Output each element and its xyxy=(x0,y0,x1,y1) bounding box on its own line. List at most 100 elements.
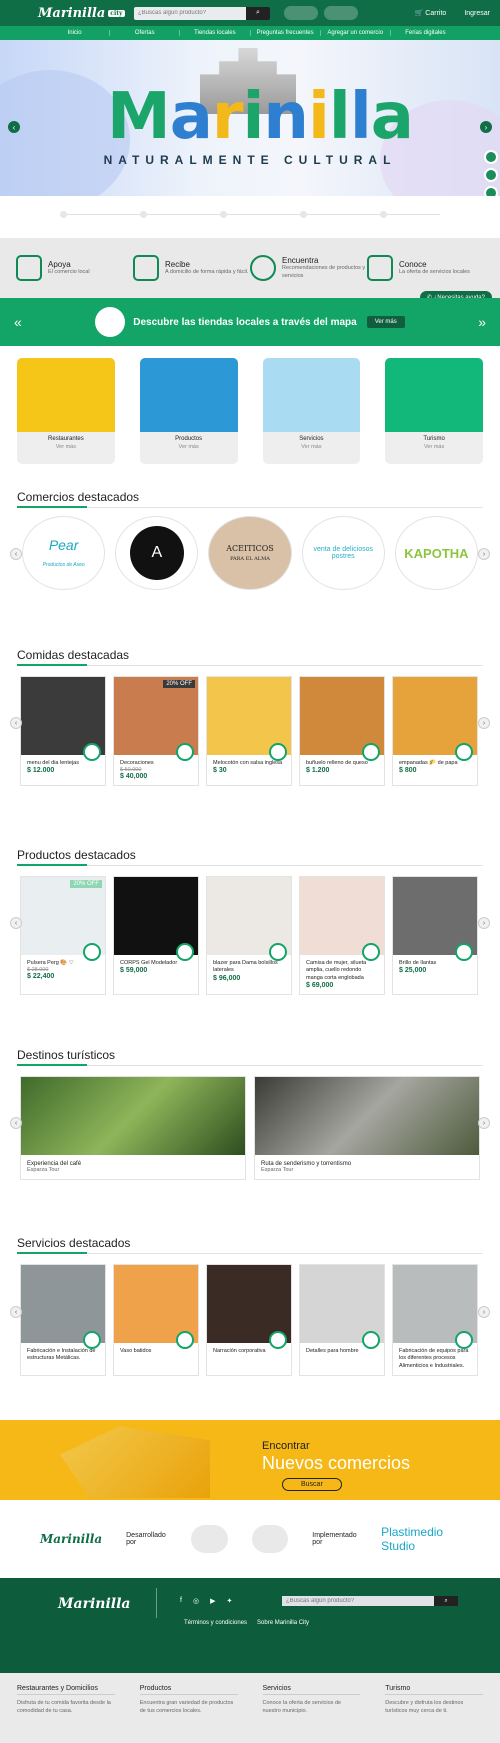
hero-banner: Marinilla NATURALMENTE CULTURAL ‹ › xyxy=(0,40,500,196)
comidas-prev[interactable]: ‹ xyxy=(10,717,22,729)
store-name: venta de deliciosos postres xyxy=(313,546,373,560)
nav-tiendas[interactable]: Tiendas locales xyxy=(180,30,251,36)
feature-title: Recibe xyxy=(165,259,190,269)
store-logo-kapotha[interactable]: KAPOTHA xyxy=(394,516,479,590)
hero-next-button[interactable]: › xyxy=(480,121,492,133)
main-nav: Inicio Ofertas Tiendas locales Preguntas… xyxy=(0,26,500,40)
product-card[interactable]: blazer para Dama bolsillos laterales $ 96… xyxy=(206,876,292,996)
food-card[interactable]: menu del dia lentejas $ 12.000 xyxy=(20,676,106,787)
servicios-next[interactable]: › xyxy=(478,1306,490,1318)
product-image xyxy=(300,877,384,961)
store-logo-aceiticos[interactable]: ACEITICOS PARA EL ALMA xyxy=(208,516,292,590)
destination-card[interactable]: Experiencia del café Esparza Tour xyxy=(20,1076,246,1180)
nav-ferias[interactable]: Ferias digitales xyxy=(391,30,460,36)
category-more[interactable]: Ver más xyxy=(263,444,361,450)
store-seal xyxy=(176,1331,194,1349)
twitter-icon[interactable]: ✦ xyxy=(226,1597,232,1605)
site-logo[interactable]: Marinilla city xyxy=(38,6,134,21)
indicator-dot[interactable] xyxy=(300,211,307,218)
food-card[interactable]: Melocotón con salsa inglesa $ 30 xyxy=(206,676,292,787)
youtube-icon[interactable]: ▶ xyxy=(210,1597,215,1605)
food-image xyxy=(207,677,291,761)
food-card[interactable]: 20% OFF Decoraciones $ 50.000 $ 40,000 xyxy=(113,676,199,787)
store-logo-pear[interactable]: Pear Productos de Aseo xyxy=(22,516,106,590)
category-more[interactable]: Ver más xyxy=(140,444,238,450)
nav-agregar[interactable]: Agregar un comercio xyxy=(321,30,391,36)
indicator-dot[interactable] xyxy=(140,211,147,218)
item-price: $ 69,000 xyxy=(306,982,334,990)
discount-badge: 20% OFF xyxy=(163,680,195,688)
destination-card[interactable]: Ruta de senderismo y torrentismo Esparza … xyxy=(254,1076,480,1180)
item-price: $ 96,000 xyxy=(213,974,241,982)
service-card[interactable]: Fabricación de equipos para los diferent… xyxy=(392,1264,478,1377)
service-card[interactable]: Detalles para hombre xyxy=(299,1264,385,1377)
cart-link[interactable]: 🛒 Carrito xyxy=(415,9,447,17)
category-restaurantes[interactable]: Restaurantes Ver más xyxy=(17,358,115,464)
nav-ofertas[interactable]: Ofertas xyxy=(110,30,181,36)
footer-col-title[interactable]: Turismo xyxy=(385,1685,483,1695)
search-input[interactable] xyxy=(134,6,246,20)
instagram-icon[interactable]: ◎ xyxy=(193,1597,199,1605)
destinos-next[interactable]: › xyxy=(478,1117,490,1129)
productos-section: Productos destacados 20% OFF Pulsera Perg… xyxy=(0,834,500,1034)
productos-next[interactable]: › xyxy=(478,917,490,929)
hero-prev-button[interactable]: ‹ xyxy=(8,121,20,133)
feature-title: Encuentra xyxy=(282,255,319,265)
service-name: Narración corporativa xyxy=(213,1348,266,1354)
product-card[interactable]: Brillo de llantas $ 25,000 xyxy=(392,876,478,996)
category-turismo[interactable]: Turismo Ver más xyxy=(385,358,483,464)
productos-prev[interactable]: ‹ xyxy=(10,917,22,929)
category-more[interactable]: Ver más xyxy=(17,444,115,450)
search-button[interactable]: ⌕ xyxy=(246,6,270,20)
map-more-button[interactable]: Ver más xyxy=(366,316,405,328)
footer-col-servicios: Servicios Conoce la oferta de servicios d… xyxy=(262,1685,361,1743)
category-image xyxy=(262,358,361,432)
footer-logo[interactable]: Marinilla xyxy=(58,1596,130,1612)
comidas-next[interactable]: › xyxy=(478,717,490,729)
category-servicios[interactable]: Servicios Ver más xyxy=(262,358,361,464)
nav-preguntas[interactable]: Preguntas frecuentes xyxy=(251,30,321,36)
category-more[interactable]: Ver más xyxy=(385,444,483,450)
side-logo-icon[interactable] xyxy=(484,150,498,164)
map-next-button[interactable]: » xyxy=(478,314,486,330)
section-rule xyxy=(17,1064,483,1066)
footer-col-title[interactable]: Servicios xyxy=(262,1685,361,1695)
facebook-icon[interactable]: f xyxy=(180,1597,182,1605)
service-card[interactable]: Narración corporativa xyxy=(206,1264,292,1377)
category-productos[interactable]: Productos Ver más xyxy=(139,358,238,464)
indicator-dot[interactable] xyxy=(380,211,387,218)
product-card[interactable]: Camisa de mujer, silueta amplia, cuello … xyxy=(299,876,385,996)
about-link[interactable]: Sobre Marinilla City xyxy=(257,1620,309,1626)
product-card[interactable]: 20% OFF Pulsera Perg 🎨 ♡ $ 28.000 $ 22,400 xyxy=(20,876,106,996)
food-card[interactable]: empanadas 🌮 de papa $ 800 xyxy=(392,676,478,787)
product-card[interactable]: CORPS Gel Modelador $ 59,000 xyxy=(113,876,199,996)
footer-separator xyxy=(156,1588,157,1618)
service-card[interactable]: Vaso batidos xyxy=(113,1264,199,1377)
footer-search-input[interactable] xyxy=(282,1596,434,1606)
comercios-prev[interactable]: ‹ xyxy=(10,548,22,560)
map-prev-button[interactable]: « xyxy=(14,314,22,330)
footer-search-button[interactable]: ⌕ xyxy=(434,1596,458,1606)
item-price: $ 59,000 xyxy=(120,967,148,975)
indicator-dot[interactable] xyxy=(220,211,227,218)
login-link[interactable]: Ingresar xyxy=(464,10,490,17)
comercios-next[interactable]: › xyxy=(478,548,490,560)
footer-col-title[interactable]: Productos xyxy=(139,1685,238,1695)
nav-inicio[interactable]: Inicio xyxy=(40,30,111,36)
promo-line-1: Encontrar xyxy=(262,1440,310,1452)
store-logo-a[interactable]: A xyxy=(115,516,199,590)
footer-col-title[interactable]: Restaurantes y Domicilios xyxy=(17,1685,115,1695)
footer-columns: Restaurantes y Domicilios Disfruta de tu … xyxy=(0,1673,500,1743)
category-name: Productos xyxy=(175,436,203,442)
delivery-icon xyxy=(133,255,159,281)
indicator-dot[interactable] xyxy=(60,211,67,218)
promo-search-button[interactable]: Buscar xyxy=(282,1478,342,1491)
food-card[interactable]: buñuelo relleno de queso $ 1.200 xyxy=(299,676,385,787)
servicios-prev[interactable]: ‹ xyxy=(10,1306,22,1318)
item-name: Melocotón con salsa inglesa xyxy=(213,760,283,766)
terms-link[interactable]: Términos y condiciones xyxy=(184,1620,247,1626)
side-app-icon[interactable] xyxy=(484,168,498,182)
destinos-prev[interactable]: ‹ xyxy=(10,1117,22,1129)
store-logo-postres[interactable]: venta de deliciosos postres xyxy=(301,516,385,590)
service-card[interactable]: Fabricación e Instalación de estructuras… xyxy=(20,1264,106,1377)
